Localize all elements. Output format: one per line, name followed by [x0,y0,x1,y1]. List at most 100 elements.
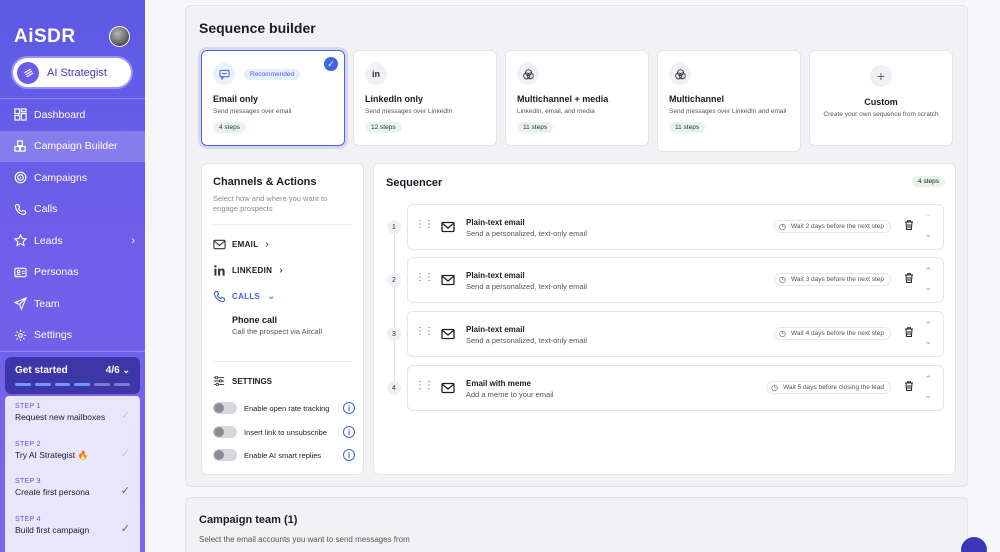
sidebar-item-label: Dashboard [34,108,86,121]
step-description: Add a meme to your email [466,390,554,399]
sidebar-item-label: Campaigns [34,171,88,184]
divider [213,224,352,225]
wait-delay-badge[interactable]: ◷ Wait 2 days before the next step [774,220,891,233]
phone-call-title[interactable]: Phone call [232,315,277,325]
drag-handle-icon[interactable]: ⋮⋮ [415,272,434,283]
sidebar-item-calls[interactable]: Calls [0,194,145,226]
card-title: Email only [213,94,259,104]
sidebar-item-campaigns[interactable]: Campaigns [0,162,145,194]
wait-delay-badge[interactable]: ◷ Wait 3 days before the next step [774,273,891,286]
plus-icon: + [870,65,892,87]
template-card-linkedin-only[interactable]: in LinkedIn only Send messages over Link… [353,50,497,146]
onboarding-step[interactable]: STEP 4 Build first campaign ✓ [5,509,140,547]
channel-calls[interactable]: CALLS ⌄ [213,290,276,303]
trash-icon[interactable] [903,380,915,392]
unsubscribe-toggle[interactable] [213,426,237,438]
progress-segment [94,383,111,386]
settings-label: SETTINGS [232,376,273,386]
step-title: Build first campaign [15,524,90,535]
template-card-multichannel-media[interactable]: Multichannel + media LinkedIn, email, an… [505,50,649,146]
onboarding-step[interactable]: STEP 3 Create first persona ✓ [5,471,140,509]
mail-icon [441,274,455,286]
drag-handle-icon[interactable]: ⋮⋮ [415,380,434,391]
panel-title: Sequencer [386,177,443,189]
info-icon[interactable]: i [343,402,355,414]
card-title: Multichannel + media [517,94,609,104]
sidebar-item-settings[interactable]: Settings [0,320,145,352]
step-number: STEP 1 [15,403,41,410]
get-started-progress: 4/6 ⌄ [105,365,130,376]
channel-label: EMAIL [232,240,259,249]
move-up-icon[interactable]: ⌃ [924,374,932,385]
sidebar-item-label: Leads [34,234,63,247]
template-card-multichannel[interactable]: Multichannel Send messages over LinkedIn… [657,50,801,152]
move-up-icon[interactable]: ⌃ [924,320,932,331]
onboarding-step[interactable]: STEP 2 Try AI Strategist 🔥 ✓ [5,434,140,472]
chevron-down-icon: ⌄ [267,291,276,302]
avatar[interactable] [109,26,130,47]
template-card-custom[interactable]: + Custom Create your own sequence from s… [809,50,953,146]
trash-icon[interactable] [903,326,915,338]
trash-icon[interactable] [903,219,915,231]
sequence-step[interactable]: ⋮⋮ Email with meme Add a meme to your emai… [407,365,944,411]
sidebar-item-leads[interactable]: Leads › [0,225,145,257]
get-started-panel[interactable]: Get started 4/6 ⌄ [5,357,140,394]
onboarding-step[interactable]: STEP 1 Request new mailboxes ✓ [5,396,140,434]
move-down-icon[interactable]: ⌄ [924,282,932,293]
card-title: Multichannel [669,94,725,104]
wait-delay-badge[interactable]: ◷ Wait 5 days before closing the lead [766,381,891,394]
channel-label: LINKEDIN [232,266,273,275]
wait-label: Wait 5 days before closing the lead [783,384,884,391]
panel-title: Channels & Actions [213,176,317,188]
move-up-icon[interactable]: ⌃ [924,266,932,277]
ai-strategist-button[interactable]: AI Strategist [13,58,131,87]
move-down-icon[interactable]: ⌄ [924,229,932,240]
sidebar-item-campaign-builder[interactable]: Campaign Builder [0,130,145,162]
channel-email[interactable]: EMAIL › [213,238,269,251]
timeline-rail [394,224,395,394]
sliders-icon [213,375,225,387]
wait-delay-badge[interactable]: ◷ Wait 4 days before the next step [774,327,891,340]
step-number: STEP 3 [15,478,41,485]
sidebar-nav: Dashboard Campaign Builder Campaigns Cal… [0,99,145,351]
channel-label: CALLS [232,292,261,301]
move-up-icon[interactable]: ⌃ [924,213,932,224]
move-down-icon[interactable]: ⌄ [924,390,932,401]
step-title: Create first persona [15,487,90,497]
drag-handle-icon[interactable]: ⋮⋮ [415,219,434,230]
info-icon[interactable]: i [343,426,355,438]
card-title: LinkedIn only [365,94,424,104]
drag-handle-icon[interactable]: ⋮⋮ [415,326,434,337]
id-card-icon [14,267,27,277]
step-title: Plain-text email [466,271,525,280]
step-title: Plain-text email [466,218,525,227]
check-icon: ✓ [120,410,130,422]
phone-icon [213,290,226,303]
mail-icon [441,221,455,233]
trash-icon[interactable] [903,272,915,284]
move-down-icon[interactable]: ⌄ [924,336,932,347]
panel-subtitle: Select how and where you want to engage … [213,194,328,213]
wait-label: Wait 2 days before the next step [791,223,884,230]
ai-smart-replies-toggle[interactable] [213,449,237,461]
star-icon [14,234,27,247]
sequence-builder-panel: Sequence builder Recommended ✓ Email onl… [185,5,968,487]
step-description: Send a personalized, text-only email [466,336,587,345]
toggle-label: Enable AI smart replies [244,450,322,460]
open-rate-toggle[interactable] [213,402,237,414]
sequence-step[interactable]: ⋮⋮ Plain-text email Send a personalized, t… [407,311,944,357]
sidebar-item-dashboard[interactable]: Dashboard [0,99,145,131]
linkedin-icon [214,265,225,276]
sidebar-item-label: Personas [34,266,79,279]
sidebar-item-team[interactable]: Team [0,288,145,320]
sequence-step[interactable]: ⋮⋮ Plain-text email Send a personalized, t… [407,204,944,250]
chat-support-button[interactable] [961,537,987,552]
channel-linkedin[interactable]: LINKEDIN › [213,264,283,277]
toggle-label: Enable open rate tracking [244,403,330,413]
template-card-email-only[interactable]: Recommended ✓ Email only Send messages o… [201,50,345,146]
selected-check-icon: ✓ [324,57,338,71]
card-description: Send messages over LinkedIn and email [669,108,787,115]
sequence-step[interactable]: ⋮⋮ Plain-text email Send a personalized, t… [407,257,944,303]
info-icon[interactable]: i [343,449,355,461]
sidebar-item-personas[interactable]: Personas [0,257,145,289]
